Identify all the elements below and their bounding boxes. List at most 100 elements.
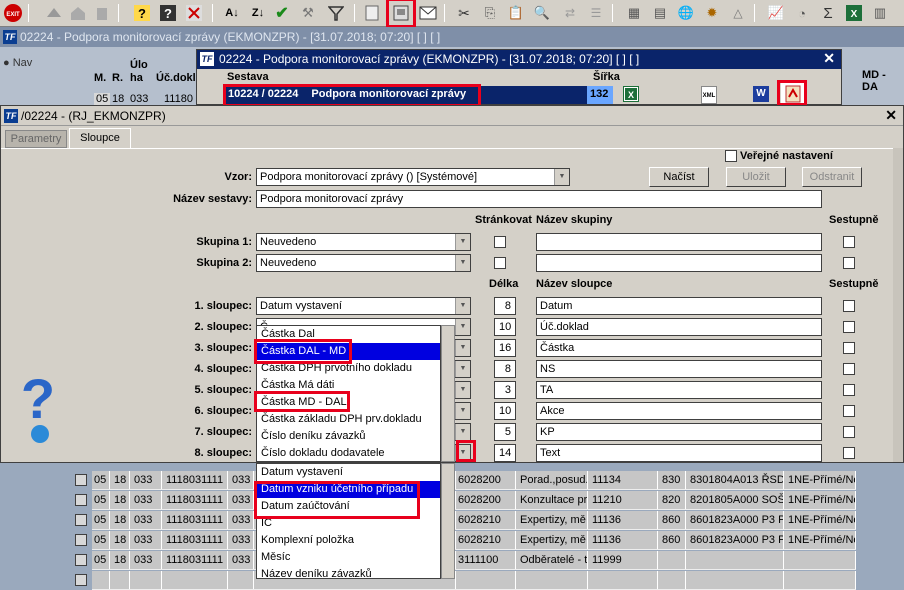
dropdown-scrollbar[interactable] xyxy=(441,325,455,462)
skupina1-sestupne-checkbox[interactable] xyxy=(843,236,855,248)
chevron-down-icon[interactable]: ▼ xyxy=(455,255,470,271)
sort-asc-icon[interactable]: A↓ xyxy=(222,3,242,23)
filter-icon[interactable] xyxy=(326,3,346,23)
column-nazev-field[interactable]: Akce xyxy=(536,402,822,420)
dropdown-item[interactable]: Číslo dokladu dodavatele xyxy=(257,445,440,461)
close-help-icon[interactable] xyxy=(184,3,204,23)
table-row[interactable]: 05 18 033 1118031111 033 6028210 Expertizy, mě… xyxy=(92,531,856,550)
dropdown-item[interactable]: Částka základu DPH prv.dokladu xyxy=(257,411,440,428)
column-sestupne-checkbox[interactable] xyxy=(843,405,855,417)
tool-icon[interactable]: ⚒ xyxy=(298,3,318,23)
column-sestupne-checkbox[interactable] xyxy=(843,300,855,312)
find-icon[interactable]: 🔍 xyxy=(532,3,552,23)
sort-desc-icon[interactable]: Z↓ xyxy=(248,3,268,23)
chevron-down-icon[interactable]: ▼ xyxy=(455,340,470,356)
close-icon[interactable]: ✕ xyxy=(823,50,835,67)
odstranit-button[interactable]: Odstranit xyxy=(802,167,862,187)
table-row[interactable]: 05 18 033 1118031111 033 6028200 Konzultace pr… xyxy=(92,491,856,510)
table-row[interactable]: 05 18 033 1118031111 033 3111100 Odběratelé - … xyxy=(92,551,856,570)
excel-export-icon[interactable]: X xyxy=(623,86,639,102)
table-row[interactable] xyxy=(92,571,856,590)
grid-row-checkbox[interactable] xyxy=(75,534,87,546)
nazev-sestavy-field[interactable]: Podpora monitorovací zprávy xyxy=(256,190,822,208)
column-sestupne-checkbox[interactable] xyxy=(843,363,855,375)
xml-export-icon[interactable]: XML xyxy=(701,86,717,104)
chart-icon[interactable]: 📈 xyxy=(766,3,786,23)
home-icon[interactable] xyxy=(68,3,88,23)
replace-icon[interactable]: ⇄ xyxy=(560,3,580,23)
save-icon[interactable]: ▤ xyxy=(650,3,670,23)
column-delka-field[interactable]: 16 xyxy=(494,339,516,357)
table-row[interactable]: 05 18 033 1118031111 033 6028210 Expertizy, mě… xyxy=(92,511,856,530)
column-delka-field[interactable]: 5 xyxy=(494,423,516,441)
dropdown2-item[interactable]: Název deníku závazků xyxy=(257,566,440,578)
grid-row-checkbox[interactable] xyxy=(75,474,87,486)
column-sestupne-checkbox[interactable] xyxy=(843,447,855,459)
clock-icon[interactable]: ◔ xyxy=(792,3,812,23)
column-nazev-field[interactable]: TA xyxy=(536,381,822,399)
nav-label[interactable]: Nav xyxy=(13,57,33,69)
nacist-button[interactable]: Načíst xyxy=(649,167,709,187)
column-nazev-field[interactable]: Úč.doklad xyxy=(536,318,822,336)
dialog-scrollbar[interactable] xyxy=(893,148,903,462)
excel-icon[interactable]: X xyxy=(844,3,864,23)
skupina1-strankovat-checkbox[interactable] xyxy=(494,236,506,248)
vzor-combo[interactable]: Podpora monitorovací zprávy () [Systémov… xyxy=(256,168,570,186)
dropdown2-item[interactable]: Komplexní položka xyxy=(257,532,440,549)
print-icon[interactable] xyxy=(362,3,382,23)
grid-row-checkbox[interactable] xyxy=(75,574,87,586)
word-export-icon[interactable]: W xyxy=(753,86,769,102)
column-sestupne-checkbox[interactable] xyxy=(843,321,855,333)
ulozit-button[interactable]: Uložit xyxy=(726,167,786,187)
calc-icon[interactable]: ▦ xyxy=(624,3,644,23)
chevron-down-icon[interactable]: ▼ xyxy=(455,361,470,377)
delete-icon[interactable] xyxy=(92,3,112,23)
column-sestupne-checkbox[interactable] xyxy=(843,384,855,396)
grid-icon[interactable]: ▥ xyxy=(870,3,890,23)
column-sestupne-checkbox[interactable] xyxy=(843,342,855,354)
new-record-icon[interactable] xyxy=(44,3,64,23)
chevron-down-icon[interactable]: ▼ xyxy=(455,298,470,314)
cut-icon[interactable]: ✂ xyxy=(454,3,474,23)
exit-icon[interactable]: EXIT xyxy=(3,3,23,23)
column-combo[interactable]: Datum vystavení ▼ xyxy=(256,297,471,315)
report-setup-icon[interactable] xyxy=(386,0,416,28)
dropdown2-item[interactable]: Datum vystavení xyxy=(257,464,440,481)
grid-row-checkbox[interactable] xyxy=(75,514,87,526)
skupina1-nazev-field[interactable] xyxy=(536,233,822,251)
chevron-down-icon[interactable]: ▼ xyxy=(455,382,470,398)
column-delka-field[interactable]: 10 xyxy=(494,402,516,420)
copy-icon[interactable]: ⎘ xyxy=(480,3,500,23)
list-icon[interactable]: ☰ xyxy=(586,3,606,23)
chevron-down-icon[interactable]: ▼ xyxy=(455,234,470,250)
dropdown2-item[interactable]: Měsíc xyxy=(257,549,440,566)
column-nazev-field[interactable]: Datum xyxy=(536,297,822,315)
confirm-icon[interactable]: ✔ xyxy=(272,3,292,23)
table-row[interactable]: 05 18 033 1118031111 033 6028200 Porad.,posud.… xyxy=(92,471,856,490)
skupina2-strankovat-checkbox[interactable] xyxy=(494,257,506,269)
compass-icon[interactable]: ✹ xyxy=(702,3,722,23)
column-delka-field[interactable]: 10 xyxy=(494,318,516,336)
column-sestupne-checkbox[interactable] xyxy=(843,426,855,438)
column-delka-field[interactable]: 8 xyxy=(494,360,516,378)
column-delka-field[interactable]: 3 xyxy=(494,381,516,399)
column-delka-field[interactable]: 14 xyxy=(494,444,516,462)
chevron-down-icon[interactable]: ▼ xyxy=(455,319,470,335)
column-nazev-field[interactable]: Text xyxy=(536,444,822,462)
help-context-icon[interactable]: ? xyxy=(158,3,178,23)
dropdown2-scrollbar[interactable] xyxy=(441,463,455,579)
globe-icon[interactable]: 🌐 xyxy=(676,3,696,23)
skupina2-sestupne-checkbox[interactable] xyxy=(843,257,855,269)
help-icon[interactable]: ? xyxy=(132,3,152,23)
chevron-down-icon[interactable]: ▼ xyxy=(554,169,569,185)
skupina2-combo[interactable]: Neuvedeno ▼ xyxy=(256,254,471,272)
chevron-down-icon[interactable]: ▼ xyxy=(455,403,470,419)
tab-sloupce[interactable]: Sloupce xyxy=(69,128,131,149)
dialog-close-icon[interactable]: ✕ xyxy=(885,107,897,124)
paste-icon[interactable]: 📋 xyxy=(506,3,526,23)
chevron-down-icon[interactable]: ▼ xyxy=(455,424,470,440)
column-nazev-field[interactable]: Částka xyxy=(536,339,822,357)
dropdown-item[interactable]: Číslo deníku závazků xyxy=(257,428,440,445)
column-nazev-field[interactable]: NS xyxy=(536,360,822,378)
sum-icon[interactable]: Σ xyxy=(818,3,838,23)
